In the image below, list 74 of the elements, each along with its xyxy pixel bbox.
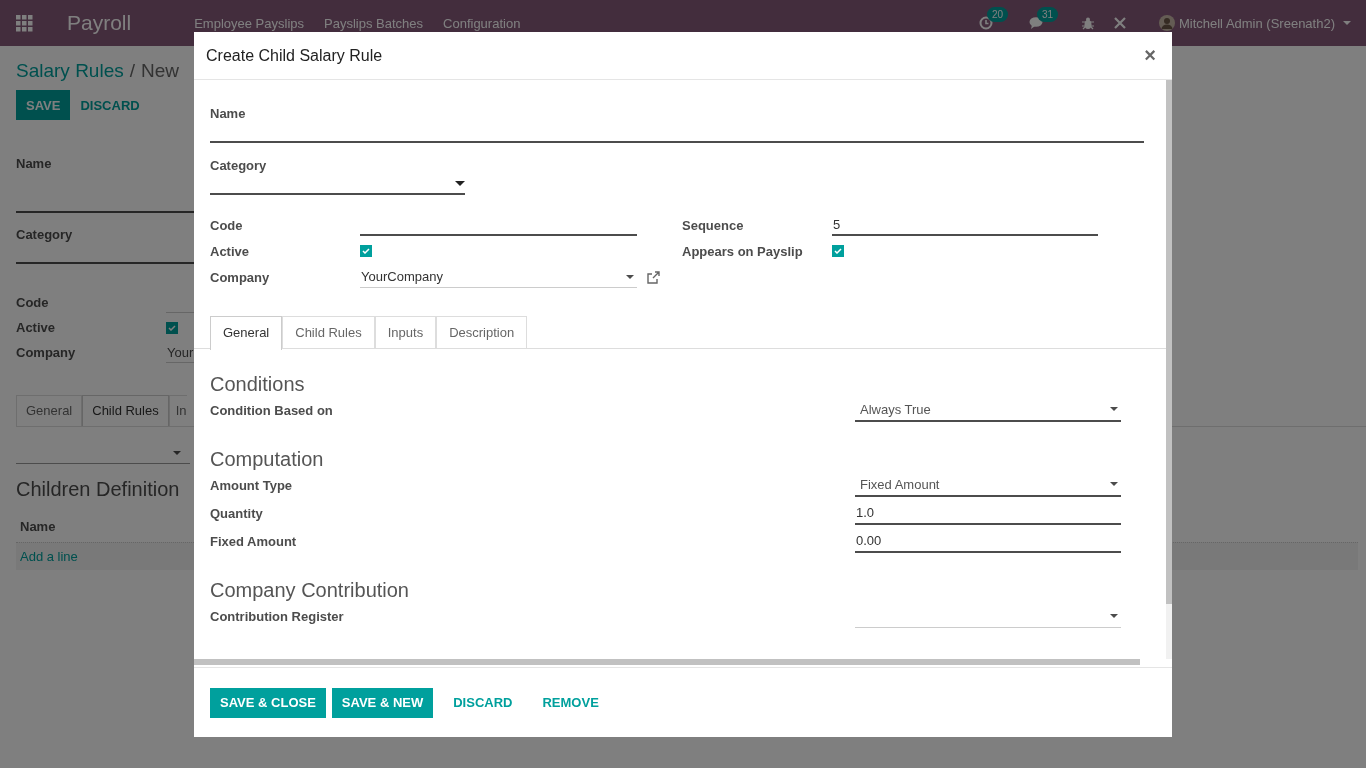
field-label: Amount Type [210,477,293,493]
select-field[interactable]: Always True [855,398,1121,422]
tab[interactable]: Inputs [374,316,437,349]
discard-button[interactable]: DISCARD [70,90,150,120]
section-heading: Children Definition [16,478,180,501]
menu-item[interactable]: Payslips Batches [324,15,424,31]
checkbox[interactable] [166,321,178,334]
caret-icon [1110,407,1118,411]
field-label: Active [16,320,57,335]
dialog-button[interactable]: DISCARD [443,687,523,718]
save-button[interactable]: SAVE [16,90,71,120]
input-field[interactable]: 0.00 [855,529,1121,553]
caret-icon [626,274,634,279]
tab[interactable]: Child Rules [82,395,169,426]
field-label: Sequence [682,217,745,233]
dialog-button[interactable]: SAVE & CLOSE [210,687,326,718]
field-label: Code [16,295,50,310]
caret-icon [1110,613,1118,618]
field-label: Company [16,345,77,360]
field-label: Category [16,227,73,242]
checkbox[interactable] [832,245,844,257]
breadcrumb-separator: / [129,60,135,81]
count-badge: 20 [986,7,1009,22]
input-field[interactable]: 5 [832,214,1098,236]
tab[interactable]: Description [436,316,528,349]
tab[interactable]: Child Rules [282,316,375,349]
input-field[interactable]: 1.0 [855,501,1121,525]
dialog-button[interactable]: SAVE & NEW [331,687,434,718]
breadcrumb-link[interactable]: Salary Rules [16,60,124,81]
dialog-title: Create Child Salary Rule [206,46,383,65]
field-label: Condition Based on [210,402,333,418]
field-label: Appears on Payslip [682,243,804,259]
menu-item[interactable]: Employee Payslips [194,15,305,31]
bug-icon[interactable] [1080,16,1095,30]
dialog-button[interactable]: REMOVE [532,687,609,718]
section-heading: Computation [210,448,325,471]
app-title: Payroll [67,11,132,35]
check-icon [362,248,370,254]
field-label: Quantity [210,505,263,521]
field-label: Code [210,217,244,233]
field-label: Active [210,243,251,259]
tab[interactable]: In [168,395,187,426]
avatar-icon [1158,15,1175,31]
field-label: Contribution Register [210,608,344,624]
scrollbar-thumb[interactable] [1166,80,1172,604]
user-menu[interactable]: Mitchell Admin (Sreenath2) [1158,15,1351,31]
add-line-link[interactable]: Add a line [20,549,78,564]
clock-icon[interactable] [978,16,993,30]
field-label: Name [16,156,52,171]
close-button[interactable]: × [1140,44,1160,67]
checkbox[interactable] [360,245,372,257]
apps-menu-icon[interactable] [16,14,33,32]
caret-icon [173,451,181,455]
field-label: Category [210,158,268,173]
menu-item[interactable]: Configuration [443,15,521,31]
caret-icon [455,180,465,186]
breadcrumb-current: New [141,60,179,81]
chat-icon[interactable] [1028,16,1045,30]
field-label: Company [210,269,271,285]
column-header: Name [19,519,56,534]
select-field[interactable]: YourCompany [360,266,637,288]
caret-icon [1110,482,1118,486]
caret-icon [1343,21,1351,25]
field-label: Name [210,106,247,121]
count-badge: 31 [1036,7,1059,22]
external-link-icon[interactable] [647,270,660,284]
section-heading: Conditions [210,373,306,396]
check-icon [168,324,176,331]
field-label: Fixed Amount [210,533,297,549]
section-heading: Company Contribution [210,579,410,602]
check-icon [834,248,842,254]
scrollbar-thumb[interactable] [194,659,1140,665]
tab[interactable]: General [210,316,283,350]
select-field[interactable]: Fixed Amount [855,473,1121,497]
